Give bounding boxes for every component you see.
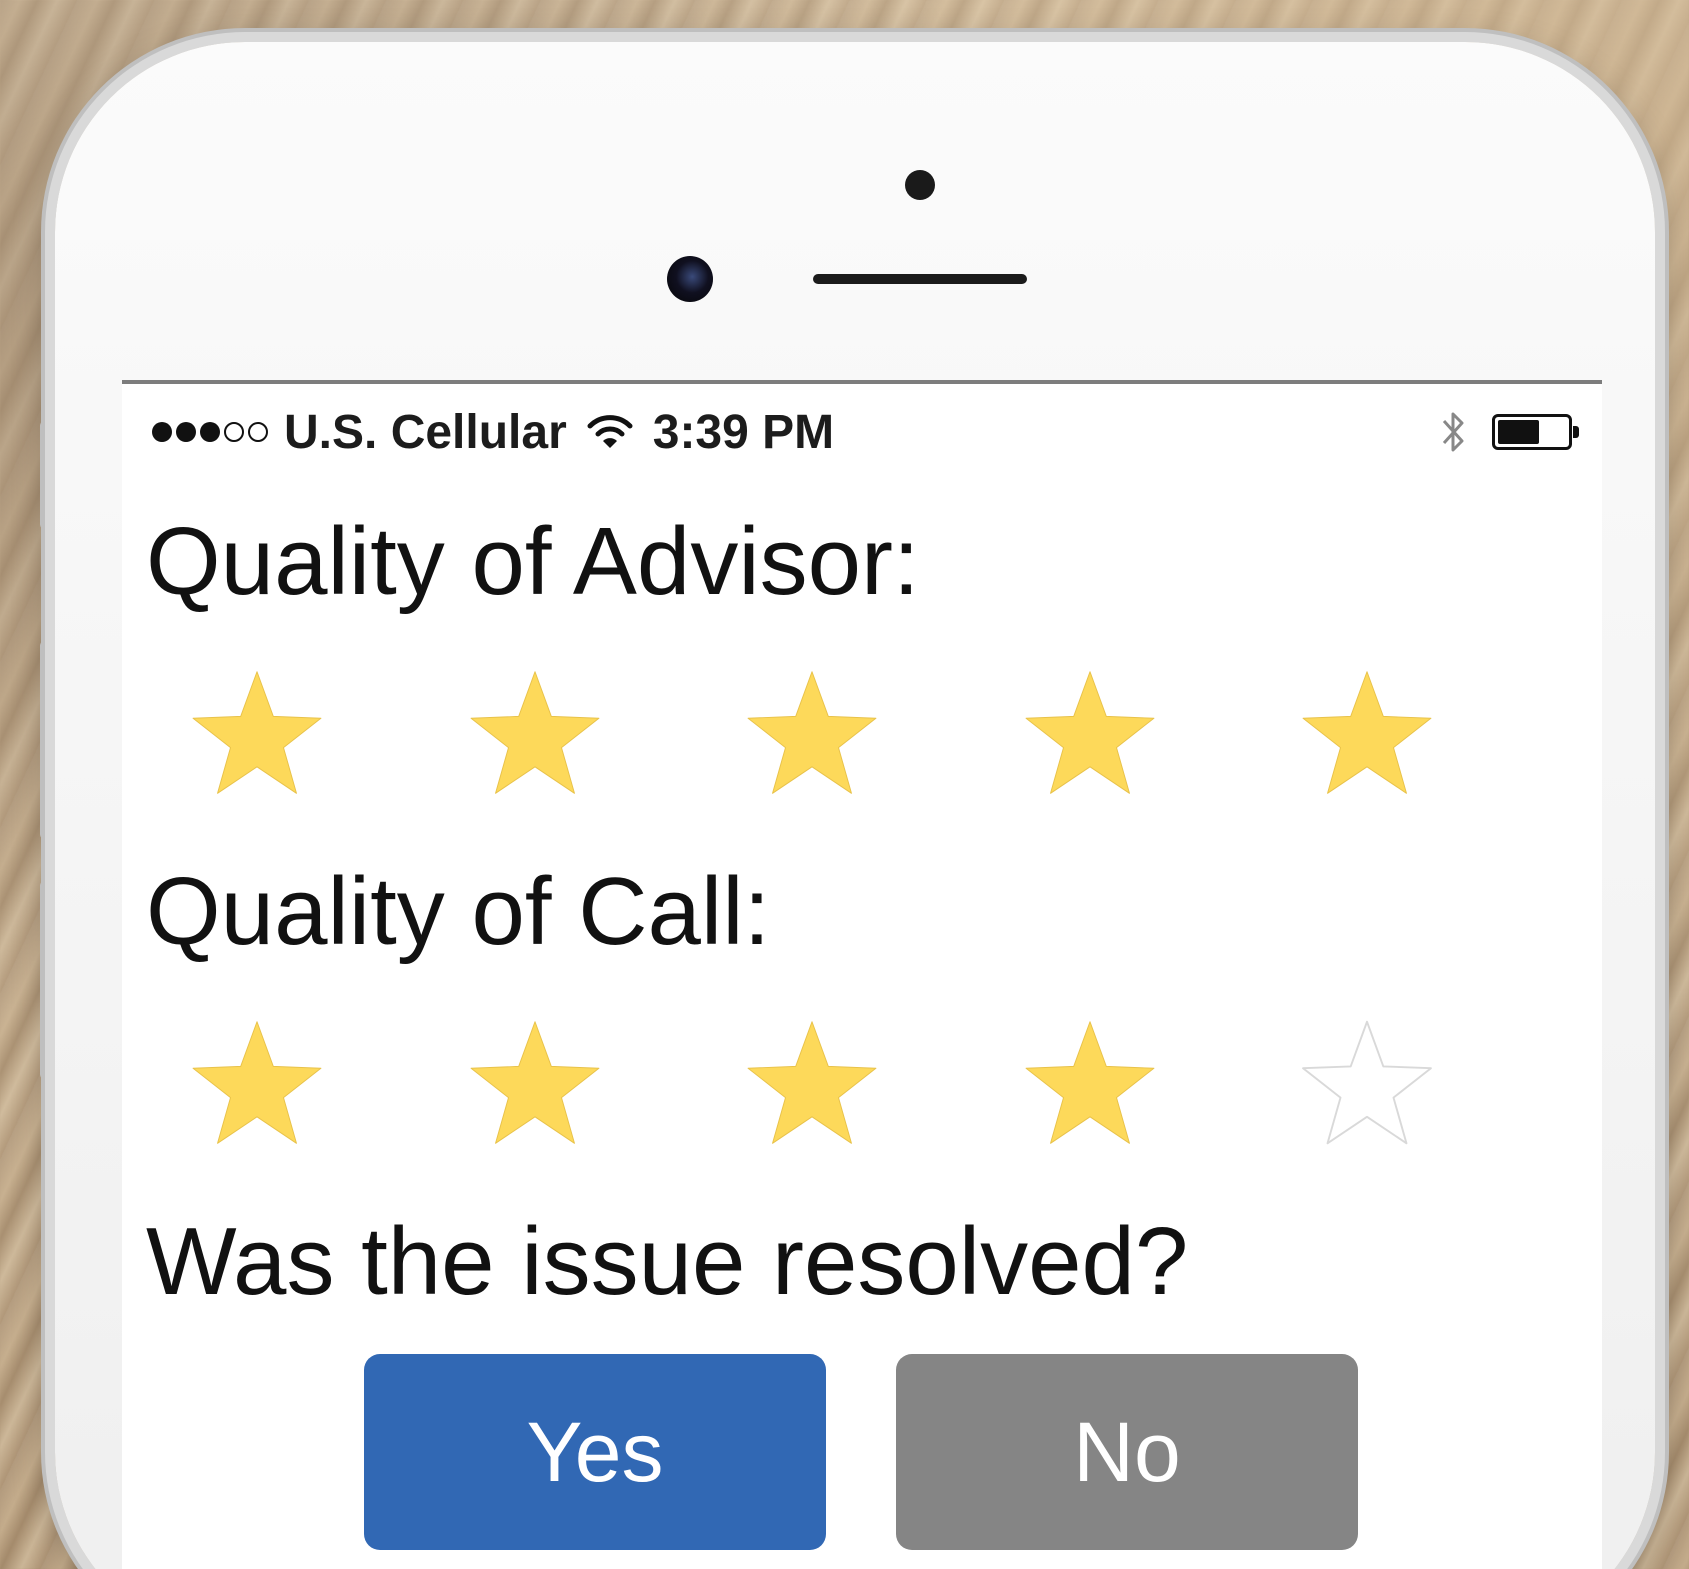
- proximity-sensor: [905, 170, 935, 200]
- advisor-star-3-filled-icon[interactable]: [737, 666, 887, 810]
- call-question-label: Quality of Call:: [146, 858, 771, 965]
- signal-dot: [248, 422, 268, 442]
- carrier-name: U.S. Cellular: [284, 405, 567, 459]
- call-star-3-filled-icon[interactable]: [737, 1016, 887, 1160]
- volume-up-button: [40, 640, 54, 840]
- battery-level: [1498, 420, 1539, 444]
- resolved-question-label: Was the issue resolved?: [146, 1208, 1189, 1315]
- resolved-answer-buttons: Yes No: [364, 1354, 1358, 1550]
- signal-dot: [224, 422, 244, 442]
- phone-screen: U.S. Cellular 3:39 PM Quality of Advisor…: [122, 380, 1602, 1569]
- advisor-star-5-filled-icon[interactable]: [1292, 666, 1442, 810]
- no-button[interactable]: No: [896, 1354, 1358, 1550]
- call-star-5-empty-icon[interactable]: [1292, 1016, 1442, 1160]
- advisor-question-label: Quality of Advisor:: [146, 508, 920, 615]
- earpiece-speaker: [813, 274, 1027, 284]
- advisor-star-2-filled-icon[interactable]: [460, 666, 610, 810]
- battery-tip: [1573, 426, 1579, 438]
- signal-dot: [152, 422, 172, 442]
- signal-dot: [176, 422, 196, 442]
- mute-switch: [40, 420, 54, 530]
- call-star-2-filled-icon[interactable]: [460, 1016, 610, 1160]
- bluetooth-icon: [1442, 412, 1464, 452]
- call-star-4-filled-icon[interactable]: [1015, 1016, 1165, 1160]
- call-star-1-filled-icon[interactable]: [182, 1016, 332, 1160]
- wifi-icon: [587, 415, 633, 448]
- battery-icon: [1492, 414, 1579, 450]
- volume-down-button: [40, 880, 54, 1080]
- signal-strength-icon: [152, 422, 268, 442]
- signal-dot: [200, 422, 220, 442]
- call-rating[interactable]: [182, 1016, 1442, 1160]
- front-camera: [667, 256, 713, 302]
- status-time: 3:39 PM: [652, 405, 835, 459]
- yes-button[interactable]: Yes: [364, 1354, 826, 1550]
- advisor-star-4-filled-icon[interactable]: [1015, 666, 1165, 810]
- status-bar: U.S. Cellular 3:39 PM: [152, 404, 1579, 460]
- advisor-rating[interactable]: [182, 666, 1442, 810]
- status-right-icons: [1440, 407, 1579, 457]
- advisor-star-1-filled-icon[interactable]: [182, 666, 332, 810]
